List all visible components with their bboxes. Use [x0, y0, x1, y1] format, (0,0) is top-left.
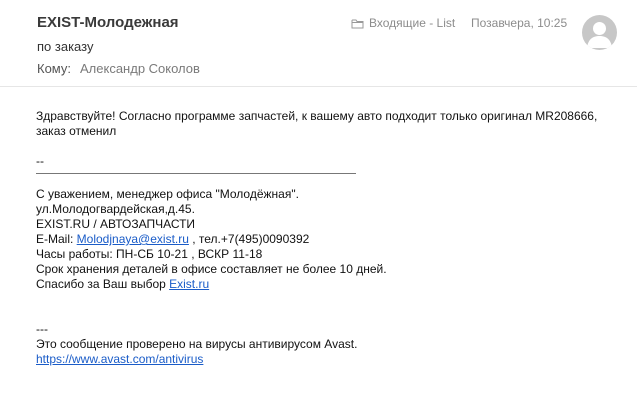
- greeting-line: Здравствуйте! Согласно программе запчаст…: [36, 109, 598, 123]
- thanks-prefix: Спасибо за Ваш выбор: [36, 277, 170, 291]
- signature-dashes: --: [36, 154, 44, 168]
- signature-company: EXIST.RU / АВТОЗАПЧАСТИ: [36, 217, 196, 231]
- signature-address: ул.Молодогвардейская,д.45.: [36, 202, 195, 216]
- signature-line: С уважением, менеджер офиса "Молодёжная"…: [36, 187, 299, 201]
- avatar-icon: [587, 22, 612, 48]
- avatar[interactable]: [582, 15, 617, 50]
- phone-text: , тел.+7(495)0090392: [188, 232, 310, 246]
- folder-label: Входящие - List: [369, 16, 456, 30]
- message-header: EXIST-Молодежная по заказу Кому: Александ…: [0, 0, 637, 86]
- folder-indicator[interactable]: Входящие - List: [351, 16, 455, 30]
- folder-icon: [351, 19, 364, 28]
- signature-separator: [36, 173, 356, 174]
- message-date: Позавчера, 10:25: [471, 16, 568, 30]
- exist-link[interactable]: Exist.ru: [169, 277, 209, 291]
- sender-name[interactable]: EXIST-Молодежная: [37, 14, 179, 31]
- greeting-line: заказ отменил: [36, 124, 117, 138]
- antivirus-link[interactable]: https://www.avast.com/antivirus: [36, 352, 203, 366]
- antivirus-dashes: ---: [36, 322, 48, 336]
- message-subject: по заказу: [37, 39, 94, 54]
- email-link[interactable]: Molodjnaya@exist.ru: [77, 232, 189, 246]
- email-prefix: E-Mail:: [36, 232, 77, 246]
- signature-hours: Часы работы: ПН-СБ 10-21 , ВСКР 11-18: [36, 247, 263, 261]
- antivirus-text: Это сообщение проверено на вирусы антиви…: [36, 337, 358, 351]
- recipient-name[interactable]: Александр Соколов: [80, 61, 200, 76]
- signature-thanks: Спасибо за Ваш выбор Exist.ru: [36, 277, 626, 292]
- message-body: Здравствуйте! Согласно программе запчаст…: [36, 109, 626, 367]
- recipient-row: Кому: Александр Соколов: [37, 61, 200, 76]
- header-divider: [0, 86, 637, 87]
- signature-storage: Срок хранения деталей в офисе составляет…: [36, 262, 387, 276]
- signature-email-row: E-Mail: Molodjnaya@exist.ru , тел.+7(495…: [36, 232, 626, 247]
- to-label: Кому:: [37, 61, 71, 76]
